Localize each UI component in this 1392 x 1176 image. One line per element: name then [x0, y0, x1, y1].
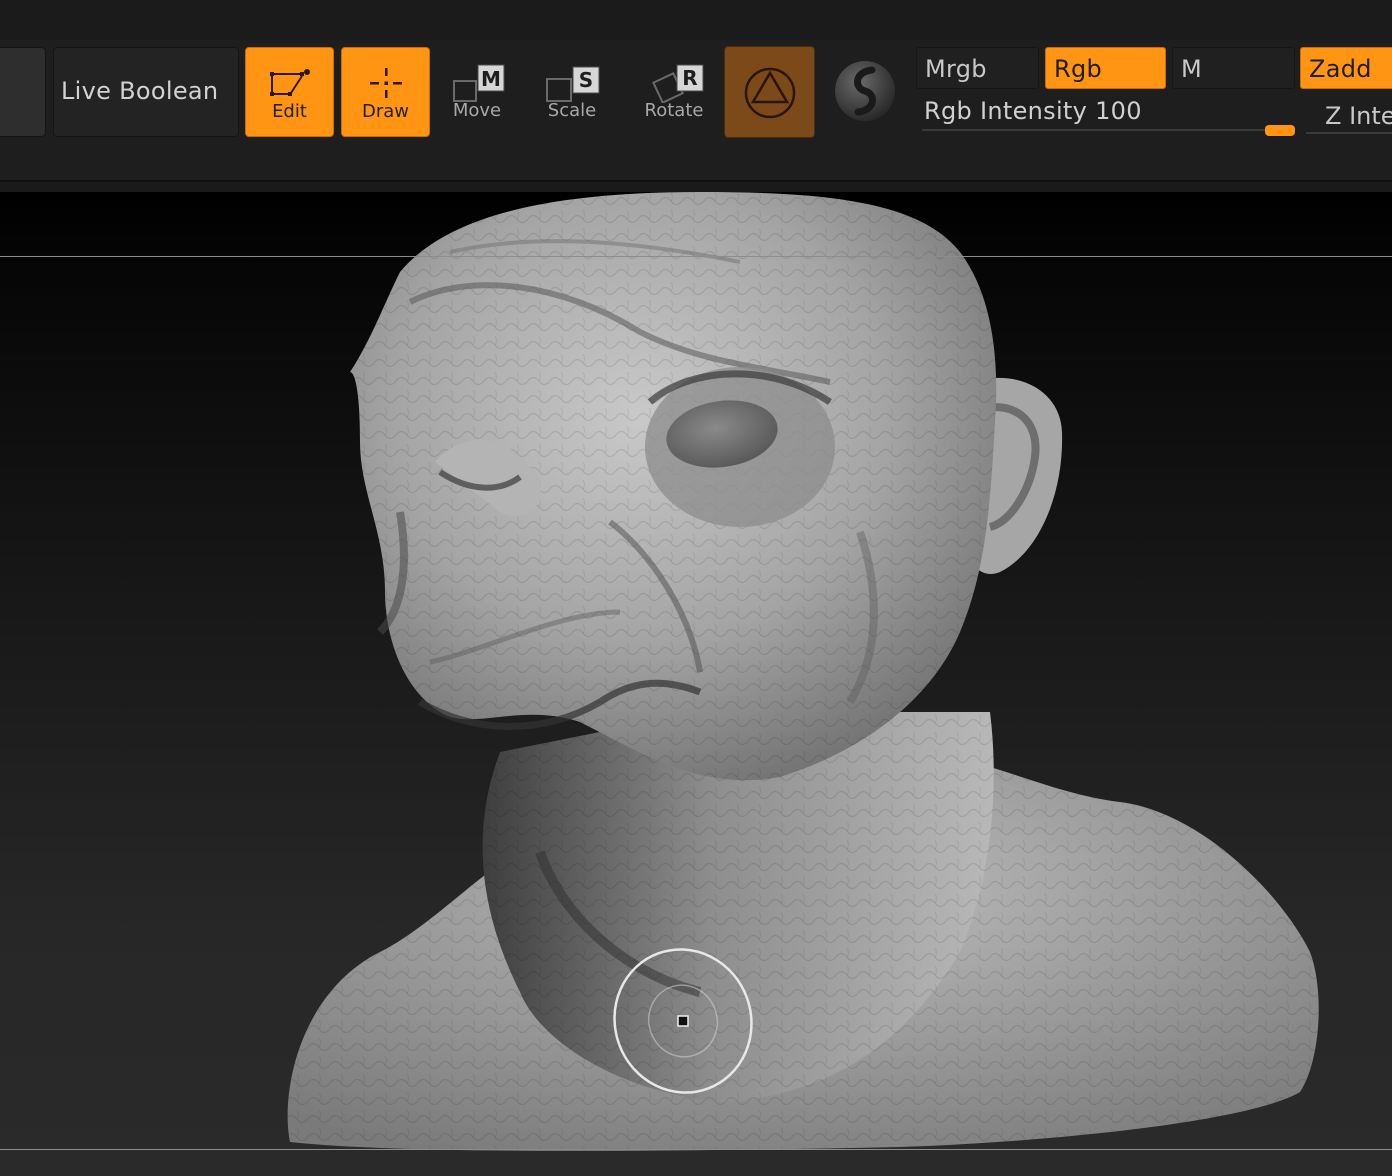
rgb-intensity-label-group: Rgb Intensity 100	[924, 97, 1142, 125]
m-toggle[interactable]: M	[1172, 47, 1295, 89]
rotate-key-glyph: R	[682, 66, 697, 90]
rotate-icon: R	[652, 64, 704, 103]
scale-icon: S	[546, 66, 600, 102]
rotate-button[interactable]: R Rotate	[633, 47, 715, 137]
sculpt-model[interactable]	[0, 192, 1392, 1176]
toolbar-divider	[0, 180, 1392, 182]
document-viewport[interactable]	[0, 192, 1392, 1176]
edit-label: Edit	[272, 101, 307, 122]
edit-transpose-icon	[270, 69, 310, 96]
toolbar-top-strip	[0, 0, 1392, 40]
rgb-toggle[interactable]: Rgb	[1045, 47, 1166, 89]
rotate-label: Rotate	[644, 100, 704, 121]
move-label: Move	[452, 100, 502, 121]
live-boolean-button[interactable]: Live Boolean	[53, 47, 239, 137]
rgb-intensity-track	[922, 129, 1294, 131]
move-button[interactable]: M Move	[436, 47, 518, 137]
scale-button[interactable]: S Scale	[531, 47, 613, 137]
draw-label: Draw	[361, 101, 409, 122]
scale-key-glyph: S	[579, 68, 593, 92]
floor-guide-bottom	[0, 1149, 1392, 1150]
draw-button[interactable]: Draw	[341, 47, 430, 137]
rgb-intensity-value: 100	[1095, 97, 1142, 125]
material-sphere-button[interactable]	[832, 56, 898, 126]
scale-label: Scale	[547, 100, 597, 121]
rgb-intensity-slider[interactable]: Rgb Intensity 100	[916, 92, 1296, 138]
material-sphere-icon	[835, 61, 895, 121]
rgb-intensity-label: Rgb Intensity	[924, 97, 1088, 125]
move-key-glyph: M	[481, 67, 501, 91]
draw-crosshair-icon	[370, 68, 402, 98]
left-panel-stub[interactable]	[0, 47, 46, 137]
edit-button[interactable]: Edit	[245, 47, 334, 137]
mrgb-toggle[interactable]: Mrgb	[916, 47, 1039, 89]
zadd-toggle[interactable]: Zadd	[1300, 47, 1392, 89]
move-icon: M	[453, 64, 505, 102]
gizmo-3d-button[interactable]	[724, 46, 815, 138]
z-intensity-slider[interactable]: Z Inter	[1306, 92, 1392, 138]
live-boolean-label: Live Boolean	[61, 77, 219, 105]
top-toolbar: Live Boolean Edit Draw M Move S Scale R …	[0, 0, 1392, 182]
rgb-intensity-knob[interactable]	[1265, 125, 1295, 136]
gizmo-3d-icon	[744, 67, 796, 119]
floor-guide-top	[0, 256, 1392, 257]
z-intensity-track	[1306, 132, 1392, 134]
z-intensity-label: Z Inter	[1325, 102, 1392, 130]
